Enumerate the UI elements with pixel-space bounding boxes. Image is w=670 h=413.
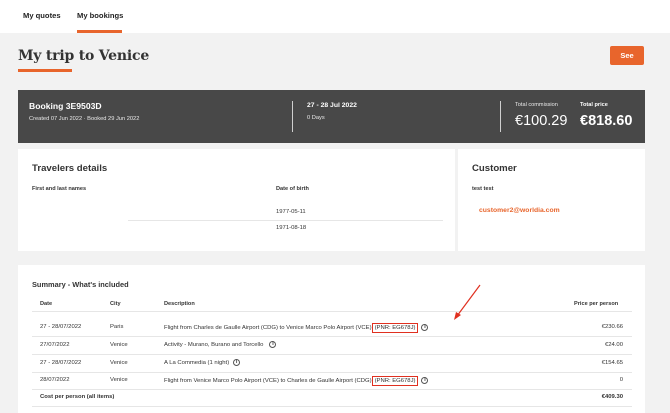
col-names: First and last names [32,186,87,192]
total-price-value: €818.60 [580,113,633,129]
customer-email-link[interactable]: customer2@worldia.com [479,207,560,214]
row-description: Flight from Charles de Gaulle Airport (C… [164,323,429,333]
traveler-dob: 1971-08-18 [276,225,307,231]
title-underline [18,69,72,72]
banner-divider [500,101,501,132]
col-price: Price per person [574,301,619,307]
row-description-text: Flight from Venice Marco Polo Airport (V… [164,378,372,384]
traveler-dob: 1977-05-11 [276,209,306,215]
row-city: Venice [110,377,128,383]
travelers-card: Travelers details First and last names D… [18,149,455,251]
summary-title: Summary - What's included [32,280,129,289]
active-tab-indicator [77,30,122,33]
tab-my-bookings[interactable]: My bookings [77,11,123,20]
col-description: Description [164,301,195,307]
row-city: Paris [110,324,124,330]
row-description-text: Activity - Murano, Burano and Torcello [164,342,264,349]
cost-per-person-value: €409.30 [601,394,623,400]
row-date: 27/07/2022 [40,342,70,348]
cost-per-person-label: Cost per person (all items) [40,394,115,400]
row-description-text: Flight from Charles de Gaulle Airport (C… [164,325,372,331]
booking-dates: 27 - 28 Jul 2022 [307,102,357,109]
annotation-arrow [454,284,481,320]
row-description: Flight from Venice Marco Polo Airport (V… [164,376,429,386]
total-commission-value: €100.29 [515,113,568,129]
pnr-highlight: (PNR: EG678J) [371,376,419,386]
row-date: 27 - 28/07/2022 [40,360,82,366]
customer-title: Customer [472,163,517,174]
info-icon[interactable]: i [269,341,277,348]
col-dob: Date of birth [276,186,309,192]
total-price-label: Total price [580,102,608,108]
info-icon[interactable]: i [233,359,241,366]
info-icon[interactable]: i [421,323,429,331]
row-divider [32,336,632,337]
row-divider [32,389,632,390]
see-button[interactable]: See [610,46,644,65]
customer-card: Customer test test customer2@worldia.com [458,149,645,251]
row-divider [128,220,443,221]
summary-card: Summary - What's included Date City Desc… [18,265,645,413]
travelers-title: Travelers details [32,163,108,174]
row-description: A La Commedia (1 night) i [164,359,241,367]
row-date: 27 - 28/07/2022 [40,324,82,330]
row-description: Activity - Murano, Burano and Torcello i [164,341,277,349]
row-price: €154.65 [601,360,623,366]
row-divider [32,354,632,355]
row-price: €24.00 [604,342,623,348]
page-title: My trip to Venice [18,48,150,64]
total-commission-label: Total commission [515,102,558,108]
info-icon[interactable]: i [421,376,429,384]
row-price: 0 [619,377,623,383]
booking-created-booked: Created 07 Jun 2022 · Booked 29 Jun 2022 [29,116,140,122]
header-divider [32,311,632,312]
booking-id: Booking 3E9503D [29,101,102,111]
pnr-highlight: (PNR: EG678J) [371,323,419,333]
row-divider [32,372,632,373]
booking-days: 0 Days [307,115,325,121]
row-description-text: A La Commedia (1 night) [164,360,230,367]
row-city: Venice [110,342,128,348]
row-divider [32,406,632,407]
booking-summary-banner: Booking 3E9503D Created 07 Jun 2022 · Bo… [18,90,645,143]
col-date: Date [40,301,53,307]
customer-name: test test [472,186,494,192]
col-city: City [110,301,121,307]
banner-divider [292,101,293,132]
row-price: €230.66 [601,324,623,330]
row-city: Venice [110,360,128,366]
row-date: 28/07/2022 [40,377,70,383]
top-navigation: My quotes My bookings [0,0,670,33]
tab-my-quotes[interactable]: My quotes [23,11,61,20]
